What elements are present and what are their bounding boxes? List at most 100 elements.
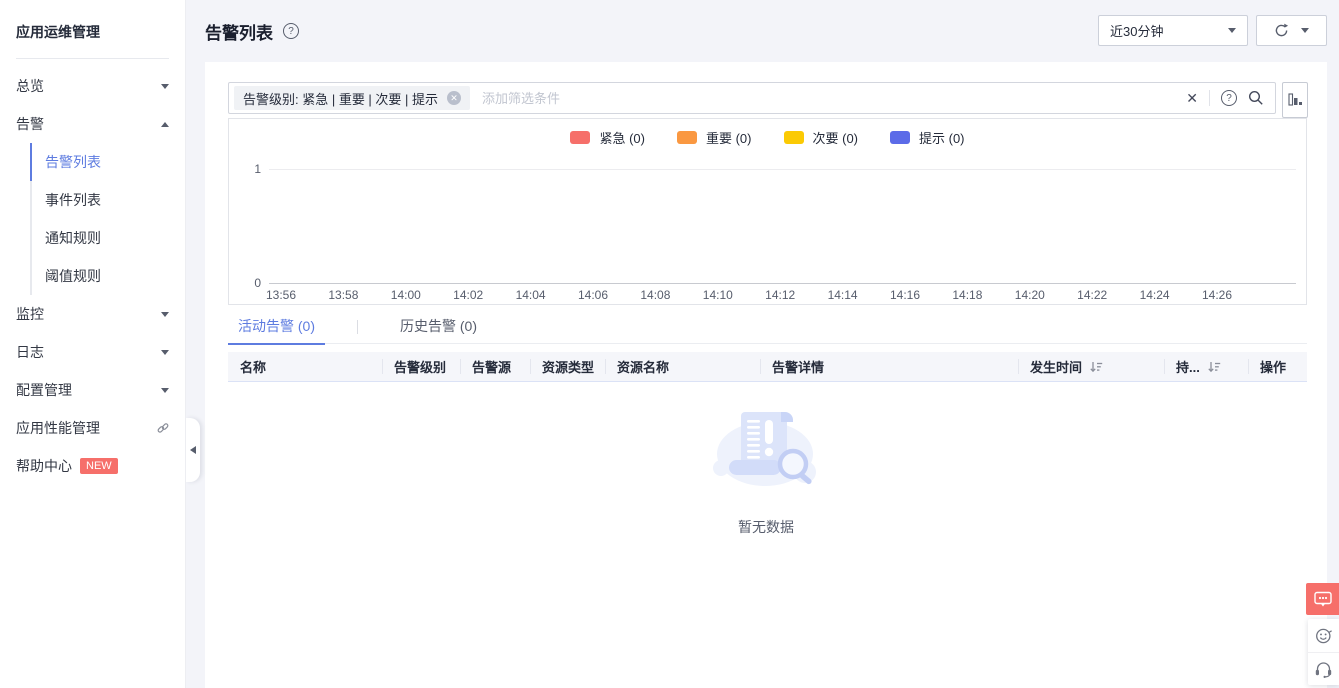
- tab-history-alarms[interactable]: 历史告警 (0): [390, 311, 487, 344]
- sidebar-item-event-list[interactable]: 事件列表: [0, 181, 185, 219]
- alarm-tabs: 活动告警 (0) 历史告警 (0): [228, 311, 1307, 344]
- sidebar-item-label: 事件列表: [45, 190, 169, 210]
- sidebar-item-label: 告警列表: [45, 152, 169, 172]
- feedback-button[interactable]: [1306, 583, 1339, 615]
- chevron-down-icon: [161, 350, 169, 355]
- column-header-resource-type[interactable]: 资源类型: [530, 352, 605, 381]
- smiley-icon: [1315, 627, 1333, 645]
- sidebar-item-alarm-list[interactable]: 告警列表: [0, 143, 185, 181]
- legend-item-提示[interactable]: 提示 (0): [890, 128, 965, 147]
- legend-item-紧急[interactable]: 紧急 (0): [570, 128, 645, 147]
- x-tick-label: 14:04: [516, 288, 546, 302]
- x-tick-label: 14:10: [703, 288, 733, 302]
- sidebar-item-help-center[interactable]: 帮助中心NEW: [0, 447, 185, 485]
- refresh-icon: [1274, 23, 1289, 38]
- filter-help-icon[interactable]: ?: [1221, 90, 1237, 106]
- help-icon[interactable]: ?: [283, 23, 299, 39]
- sidebar-item-monitoring[interactable]: 监控: [0, 295, 185, 333]
- tab-active-alarms[interactable]: 活动告警 (0): [228, 311, 325, 344]
- x-tick-label: 14:14: [828, 288, 858, 302]
- sidebar-item-configuration[interactable]: 配置管理: [0, 371, 185, 409]
- main-panel: 告警级别: 紧急 | 重要 | 次要 | 提示 ✕ ✕ ? 紧急 (0) 重要 (…: [205, 62, 1327, 688]
- clear-filters-icon[interactable]: ✕: [1186, 91, 1198, 105]
- sidebar-menu: 总览告警告警列表事件列表通知规则阈值规则监控日志配置管理应用性能管理帮助中心NE…: [0, 67, 185, 485]
- x-axis-ticks: 13:5613:5814:0014:0214:0414:0614:0814:10…: [269, 288, 1306, 304]
- legend-item-次要[interactable]: 次要 (0): [784, 128, 859, 147]
- sidebar-item-label: 总览: [16, 76, 161, 96]
- column-header-operation[interactable]: 操作: [1248, 352, 1307, 381]
- refresh-button[interactable]: [1256, 15, 1327, 46]
- sidebar-item-label: 告警: [16, 114, 161, 134]
- chevron-up-icon: [161, 122, 169, 127]
- column-header-resource-name[interactable]: 资源名称: [605, 352, 760, 381]
- sidebar-item-overview[interactable]: 总览: [0, 67, 185, 105]
- x-tick-label: 14:22: [1077, 288, 1107, 302]
- chevron-down-icon: [161, 388, 169, 393]
- column-header-label: 资源类型: [542, 357, 594, 376]
- filter-input[interactable]: [482, 91, 1186, 106]
- x-tick-label: 14:02: [453, 288, 483, 302]
- x-tick-label: 14:06: [578, 288, 608, 302]
- support-button[interactable]: [1308, 652, 1339, 685]
- chevron-down-icon: [1228, 28, 1236, 33]
- sort-icon[interactable]: [1208, 361, 1221, 373]
- tag-remove-icon[interactable]: ✕: [447, 91, 461, 105]
- satisfaction-survey-button[interactable]: [1308, 619, 1339, 652]
- legend-swatch: [784, 131, 804, 144]
- column-header-label: 告警级别: [394, 357, 446, 376]
- legend-item-重要[interactable]: 重要 (0): [677, 128, 752, 147]
- sidebar-item-logs[interactable]: 日志: [0, 333, 185, 371]
- column-header-occurred-time[interactable]: 发生时间: [1018, 352, 1164, 381]
- sidebar-item-label: 阈值规则: [45, 266, 169, 286]
- sidebar: 应用运维管理 总览告警告警列表事件列表通知规则阈值规则监控日志配置管理应用性能管…: [0, 0, 186, 688]
- sidebar-item-label: 通知规则: [45, 228, 169, 248]
- column-header-name[interactable]: 名称: [228, 352, 382, 381]
- sidebar-title: 应用运维管理: [0, 0, 185, 58]
- filter-tag-label: 告警级别: 紧急 | 重要 | 次要 | 提示: [243, 89, 438, 108]
- column-header-alarm-level[interactable]: 告警级别: [382, 352, 460, 381]
- legend-label: 重要 (0): [706, 128, 752, 147]
- filter-bar[interactable]: 告警级别: 紧急 | 重要 | 次要 | 提示 ✕ ✕ ?: [228, 82, 1276, 114]
- external-link-icon: [157, 422, 169, 434]
- column-header-label: 名称: [240, 357, 266, 376]
- sidebar-item-notification-rules[interactable]: 通知规则: [0, 219, 185, 257]
- column-header-alarm-details[interactable]: 告警详情: [760, 352, 1018, 381]
- chart-legend: 紧急 (0) 重要 (0) 次要 (0) 提示 (0): [229, 128, 1306, 147]
- legend-label: 次要 (0): [813, 128, 859, 147]
- search-icon[interactable]: [1248, 90, 1264, 106]
- x-tick-label: 14:26: [1202, 288, 1232, 302]
- empty-state: 暂无数据: [205, 398, 1327, 537]
- sidebar-item-apm[interactable]: 应用性能管理: [0, 409, 185, 447]
- sidebar-item-threshold-rules[interactable]: 阈值规则: [0, 257, 185, 295]
- alarm-trend-chart: 紧急 (0)重要 (0)次要 (0)提示 (0) 1 0 13:5613:581…: [228, 118, 1307, 305]
- sidebar-collapse-handle[interactable]: [186, 418, 200, 482]
- sidebar-divider: [16, 58, 169, 59]
- x-tick-label: 14:08: [640, 288, 670, 302]
- chart-toggle-button[interactable]: [1282, 82, 1308, 118]
- sidebar-item-alarm[interactable]: 告警: [0, 105, 185, 143]
- sidebar-item-label: 帮助中心: [16, 456, 72, 476]
- sidebar-item-label: 配置管理: [16, 380, 161, 400]
- time-range-select[interactable]: 近30分钟: [1098, 15, 1248, 46]
- floating-toolbar: [1306, 583, 1339, 685]
- x-tick-label: 14:20: [1015, 288, 1045, 302]
- column-header-duration[interactable]: 持...: [1164, 352, 1248, 381]
- sidebar-item-label: 应用性能管理: [16, 418, 157, 438]
- filter-tag: 告警级别: 紧急 | 重要 | 次要 | 提示 ✕: [234, 86, 470, 110]
- chevron-down-icon: [1301, 28, 1309, 33]
- x-tick-label: 13:58: [328, 288, 358, 302]
- column-header-label: 告警源: [472, 357, 511, 376]
- sidebar-item-label: 日志: [16, 342, 161, 362]
- y-axis-tick: 1: [239, 162, 261, 176]
- bar-chart-icon: [1288, 93, 1303, 107]
- empty-state-text: 暂无数据: [205, 517, 1327, 537]
- table-header: 名称 告警级别 告警源 资源类型资源名称告警详情发生时间 持...操作: [228, 352, 1307, 382]
- x-tick-label: 14:18: [952, 288, 982, 302]
- chevron-down-icon: [161, 312, 169, 317]
- column-header-label: 发生时间: [1030, 357, 1082, 376]
- divider: [357, 320, 358, 334]
- sidebar-item-label: 监控: [16, 304, 161, 324]
- sort-icon[interactable]: [1090, 361, 1103, 373]
- column-header-alarm-source[interactable]: 告警源: [460, 352, 530, 381]
- divider: [1209, 90, 1210, 106]
